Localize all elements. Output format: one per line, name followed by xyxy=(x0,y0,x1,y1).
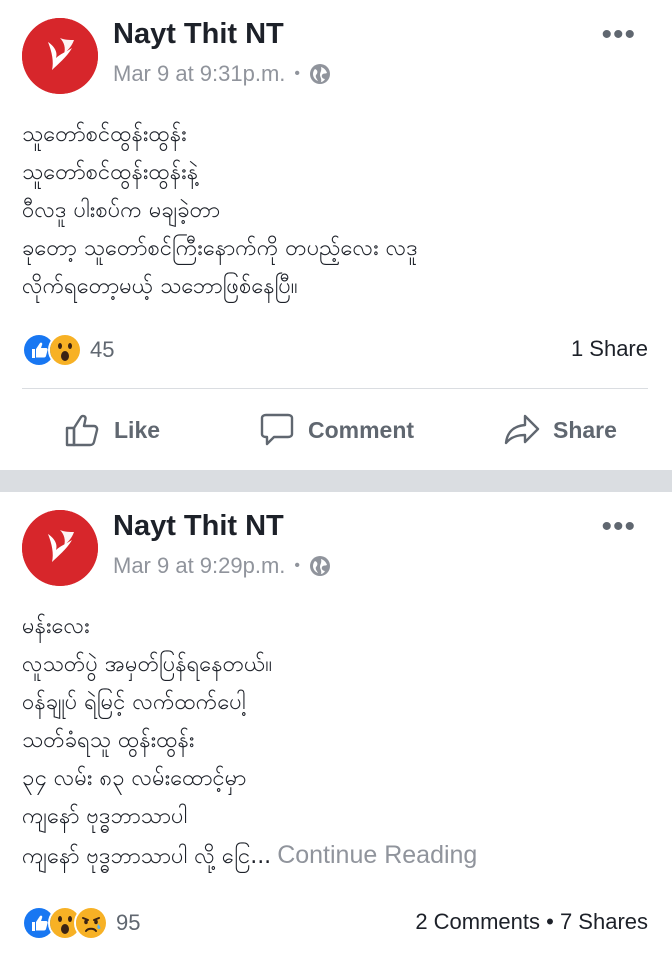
comment-button[interactable]: Comment xyxy=(258,412,414,448)
post-text-line: ဝန်ချုပ် ရဲမြင့် လက်ထက်ပေါ့ xyxy=(22,690,246,715)
post-text: မန်းလေး လူသတ်ပွဲ အမှတ်ပြန်ရနေတယ်။ ဝန်ချု… xyxy=(22,608,652,876)
reaction-count: 95 xyxy=(116,910,141,935)
more-options-icon[interactable]: ••• xyxy=(601,18,636,52)
post-text-truncated: ကျနော် ဗုဒ္ဓဘာသာပါ လို့ ငြေ... xyxy=(22,844,272,869)
post-text-line: ကျနော် ဗုဒ္ဓဘာသာပါ xyxy=(22,804,188,829)
page-avatar[interactable] xyxy=(22,18,98,94)
post-timestamp[interactable]: Mar 9 at 9:31p.m. xyxy=(113,61,285,87)
comment-label: Comment xyxy=(308,416,415,443)
post-text-line: ဝီလဒူ ပါးစပ်က မချခဲ့တာ xyxy=(22,198,221,223)
page-logo-icon xyxy=(22,510,98,586)
page-name[interactable]: Nayt Thit NT xyxy=(113,18,284,51)
post-text-line: သူတော်စင်ထွန်းထွန်းနဲ့ xyxy=(22,160,199,185)
post-text-line: သတ်ခံရသူ ထွန်းထွန်း xyxy=(22,728,195,753)
post-actions: Like Comment Share xyxy=(0,404,672,456)
post-text-line: ကျနော် ဗုဒ္ဓဘာသာပါ လို့ ငြေ... Continue R… xyxy=(22,836,652,876)
sad-reaction-icon xyxy=(74,906,108,940)
thumbs-up-icon xyxy=(65,414,99,447)
meta-separator: • xyxy=(294,65,301,82)
wow-reaction-icon xyxy=(48,333,82,367)
post-meta: Mar 9 at 9:31p.m. • xyxy=(113,61,331,87)
share-count[interactable]: 1 Share xyxy=(571,336,648,362)
post-text-line: လိုက်ရတော့မယ့် သဘောဖြစ်နေပြီ။ xyxy=(22,274,298,299)
like-button[interactable]: Like xyxy=(64,412,160,448)
comments-shares-count[interactable]: 2 Comments • 7 Shares xyxy=(415,909,648,935)
post-text-line: သူတော်စင်ထွန်းထွန်း xyxy=(22,122,187,147)
feed-separator xyxy=(0,470,672,492)
post-card: Nayt Thit NT Mar 9 at 9:31p.m. • ••• သူတ… xyxy=(0,0,672,470)
share-label: Share xyxy=(553,416,617,443)
divider xyxy=(22,388,648,389)
post-meta: Mar 9 at 9:29p.m. • xyxy=(113,553,331,579)
post-text-line: ခုတော့ သူတော်စင်ကြီးနောက်ကို တပည့်လေး လဒ… xyxy=(22,236,418,261)
page-name[interactable]: Nayt Thit NT xyxy=(113,510,284,543)
globe-icon xyxy=(310,64,331,84)
meta-separator: • xyxy=(294,557,301,574)
post-card: Nayt Thit NT Mar 9 at 9:29p.m. • ••• မန်… xyxy=(0,492,672,960)
share-button[interactable]: Share xyxy=(503,412,617,448)
post-text: သူတော်စင်ထွန်းထွန်း သူတော်စင်ထွန်းထွန်းန… xyxy=(22,116,652,306)
post-text-line: ၃၄ လမ်း ၈၃ လမ်းထောင့်မှာ xyxy=(22,766,247,791)
globe-icon xyxy=(310,556,331,576)
reactions-summary[interactable]: 95 xyxy=(22,906,140,940)
page-logo-icon xyxy=(22,18,98,94)
comment-icon xyxy=(260,413,294,446)
more-options-icon[interactable]: ••• xyxy=(601,510,636,544)
continue-reading-link[interactable]: Continue Reading xyxy=(277,841,477,869)
post-timestamp[interactable]: Mar 9 at 9:29p.m. xyxy=(113,553,285,579)
share-arrow-icon xyxy=(504,414,540,445)
reactions-summary[interactable]: 45 xyxy=(22,333,114,367)
page-avatar[interactable] xyxy=(22,510,98,586)
post-text-line: လူသတ်ပွဲ အမှတ်ပြန်ရနေတယ်။ xyxy=(22,652,273,677)
like-label: Like xyxy=(114,416,161,443)
post-text-line: မန်းလေး xyxy=(22,614,90,639)
reaction-count: 45 xyxy=(90,337,115,362)
